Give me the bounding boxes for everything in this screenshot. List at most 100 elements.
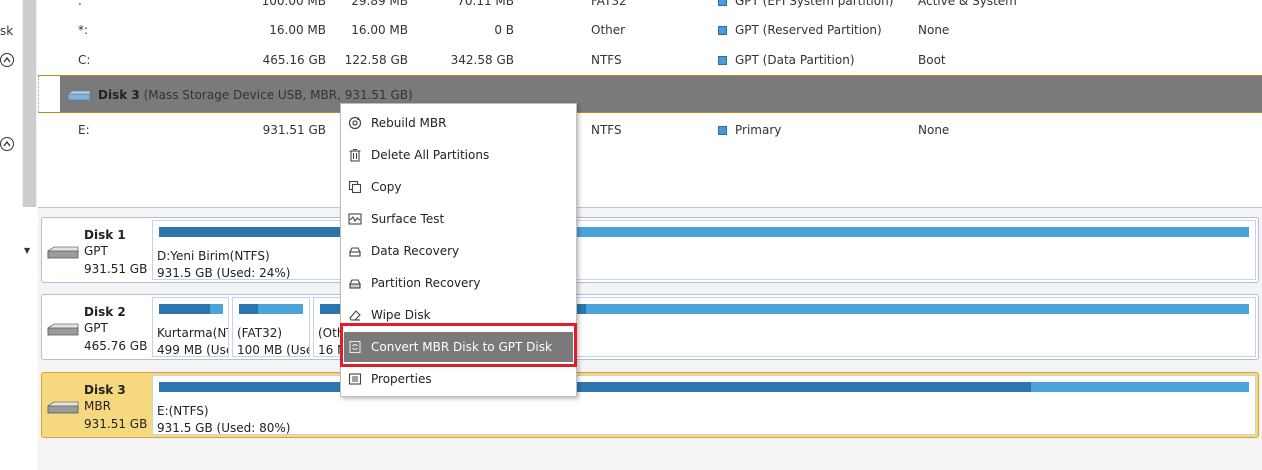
- disk-size: 931.51 GB: [84, 262, 148, 276]
- partition-detail: 931.5 GB (Used: 24%): [157, 266, 291, 280]
- partition-status: None: [918, 123, 950, 137]
- disk-card-disk-2[interactable]: Disk 2 GPT 465.76 GB Kurtarma(NTFS) 499 …: [41, 294, 1259, 360]
- menu-item-data-recovery[interactable]: Data Recovery: [344, 236, 573, 266]
- usb-disk-icon: [67, 91, 91, 101]
- partition-block[interactable]: Kurtarma(NTFS) 499 MB (Used: [152, 297, 229, 357]
- partition-type: Primary: [718, 123, 781, 137]
- partition-label: E:(NTFS): [157, 404, 209, 418]
- hard-disk-icon: [47, 246, 79, 259]
- disk-size: 465.76 GB: [84, 339, 148, 353]
- chevron-down-icon[interactable]: ▼: [24, 246, 30, 255]
- partition-unused: 342.58 GB: [450, 53, 514, 67]
- partition-status: Boot: [918, 53, 946, 67]
- partition-capacity: 931.51 GB: [262, 123, 326, 137]
- partition-table: . 100.00 MB 29.89 MB 70.11 MB FAT32 GPT …: [38, 0, 1262, 207]
- menu-item-label: Wipe Disk: [371, 308, 431, 322]
- menu-item-label: Copy: [371, 180, 402, 194]
- copy-icon: [348, 180, 362, 194]
- partition-type-icon: [718, 126, 727, 135]
- menu-item-surface-test[interactable]: Surface Test: [344, 204, 573, 234]
- properties-icon: [348, 372, 362, 386]
- collapse-up-icon[interactable]: [0, 53, 14, 67]
- menu-item-wipe-disk[interactable]: Wipe Disk: [344, 300, 573, 330]
- menu-item-label: Delete All Partitions: [371, 148, 490, 162]
- menu-item-copy[interactable]: Copy: [344, 172, 573, 202]
- eraser-icon: [348, 308, 362, 322]
- disk-info: Disk 3 MBR 931.51 GB: [42, 373, 150, 437]
- menu-item-delete-all-partitions[interactable]: Delete All Partitions: [344, 140, 573, 170]
- table-row[interactable]: *: 16.00 MB 16.00 MB 0 B Other GPT (Rese…: [38, 15, 1262, 45]
- menu-item-label: Data Recovery: [371, 244, 460, 258]
- partition-type-icon: [718, 26, 727, 35]
- partition-fs: NTFS: [591, 53, 622, 67]
- disk-name: Disk 3: [84, 383, 126, 397]
- vertical-scrollbar[interactable]: [22, 0, 37, 207]
- disk-size: 931.51 GB: [84, 417, 148, 431]
- menu-item-rebuild-mbr[interactable]: Rebuild MBR: [344, 108, 573, 138]
- partition-label: Kurtarma(NTFS): [157, 326, 228, 340]
- sidebar-text-fragment: sk: [0, 24, 14, 38]
- surface-test-icon: [348, 212, 362, 226]
- usage-bar-used: [159, 382, 1031, 392]
- disk-3-row-selected[interactable]: Disk 3 (Mass Storage Device USB, MBR, 93…: [38, 75, 1262, 113]
- menu-item-label: Rebuild MBR: [371, 116, 447, 130]
- partition-fs: FAT32: [591, 0, 627, 8]
- partition-block[interactable]: E:(NTFS) 931.5 GB (Used: 80%): [152, 375, 1256, 435]
- partition-type: GPT (Reserved Partition): [718, 23, 882, 37]
- trash-icon: [348, 148, 362, 162]
- disk-style: GPT: [84, 321, 108, 335]
- data-recovery-icon: [348, 244, 362, 258]
- menu-item-label: Partition Recovery: [371, 276, 481, 290]
- partition-type-icon: [718, 0, 727, 6]
- hard-disk-icon: [47, 323, 79, 336]
- menu-item-label: Convert MBR Disk to GPT Disk: [371, 340, 552, 354]
- usage-bar: [239, 304, 303, 314]
- partition-type: GPT (EFI System partition): [718, 0, 893, 8]
- collapse-up-icon[interactable]: [0, 137, 14, 151]
- menu-item-label: Surface Test: [371, 212, 445, 226]
- menu-item-partition-recovery[interactable]: Partition Recovery: [344, 268, 573, 298]
- partition-unused: 0 B: [494, 23, 514, 37]
- partition-fs: NTFS: [591, 123, 622, 137]
- partition-recovery-icon: [348, 276, 362, 290]
- disk-style: MBR: [84, 399, 111, 413]
- row-indent: [38, 76, 60, 112]
- partition-status: None: [918, 23, 950, 37]
- convert-icon: [348, 340, 362, 354]
- scrollbar-thumb[interactable]: [23, 0, 36, 207]
- partition-unused: 70.11 MB: [457, 0, 514, 8]
- disk-card-disk-3[interactable]: Disk 3 MBR 931.51 GB E:(NTFS) 931.5 GB (…: [41, 372, 1259, 438]
- disk-name: Disk 1: [84, 228, 126, 242]
- partition-block[interactable]: (FAT32) 100 MB (Use: [232, 297, 310, 357]
- menu-item-convert-mbr-to-gpt[interactable]: Convert MBR Disk to GPT Disk: [344, 332, 573, 362]
- disk-info: Disk 1 GPT 931.51 GB: [42, 218, 150, 282]
- usage-bar: [159, 304, 223, 314]
- context-menu: Rebuild MBR Delete All Partitions Copy S…: [340, 103, 577, 397]
- partition-label: D:Yeni Birim(NTFS): [157, 249, 270, 263]
- disk-info: Disk 2 GPT 465.76 GB: [42, 295, 150, 359]
- disk-map: Disk 1 GPT 931.51 GB D:Yeni Birim(NTFS) …: [38, 207, 1262, 470]
- disk-row-label: Disk 3 (Mass Storage Device USB, MBR, 93…: [98, 88, 413, 102]
- partition-label: (FAT32): [237, 326, 283, 340]
- partition-block[interactable]: D:Yeni Birim(NTFS) 931.5 GB (Used: 24%): [152, 220, 1256, 280]
- table-row[interactable]: . 100.00 MB 29.89 MB 70.11 MB FAT32 GPT …: [38, 0, 1262, 16]
- partition-detail: 931.5 GB (Used: 80%): [157, 421, 291, 435]
- partition-detail: 499 MB (Used: [157, 343, 228, 357]
- partition-block[interactable]: (Other) 16 M: [313, 297, 343, 357]
- usage-bar-used: [239, 304, 259, 314]
- disk-card-disk-1[interactable]: Disk 1 GPT 931.51 GB D:Yeni Birim(NTFS) …: [41, 217, 1259, 283]
- table-row[interactable]: C: 465.16 GB 122.58 GB 342.58 GB NTFS GP…: [38, 45, 1262, 75]
- partition-type-icon: [718, 56, 727, 65]
- usage-bar: [159, 382, 1249, 392]
- table-row[interactable]: E: 931.51 GB NTFS Primary None: [38, 115, 1262, 145]
- partition-detail: 100 MB (Use: [237, 343, 310, 357]
- partition-type: GPT (Data Partition): [718, 53, 855, 67]
- menu-item-label: Properties: [371, 372, 432, 386]
- disk-name: Disk 2: [84, 305, 126, 319]
- menu-item-properties[interactable]: Properties: [344, 364, 573, 394]
- usage-bar-used: [159, 304, 211, 314]
- hard-disk-icon: [47, 401, 79, 414]
- partition-status: Active & System: [918, 0, 1017, 8]
- partition-fs: Other: [591, 23, 626, 37]
- disk-style: GPT: [84, 244, 108, 258]
